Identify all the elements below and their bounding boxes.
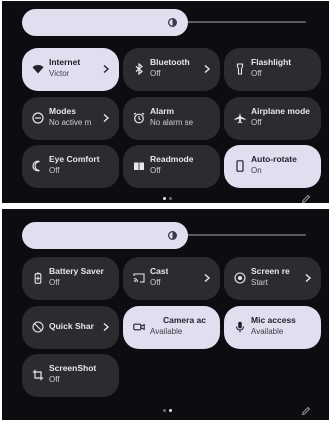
tile-subtitle: Off	[49, 278, 60, 287]
tile-title: Flashlight	[251, 57, 292, 67]
eye-comfort-icon	[32, 160, 40, 172]
chevron-right-icon[interactable]	[102, 64, 110, 74]
tile-title: Airplane mode	[251, 106, 311, 116]
quick-settings-page-1: Internet Victor Bluetooth Off Flashlight…	[2, 1, 329, 203]
tile-subtitle: Available	[150, 327, 183, 336]
tile-subtitle: Start	[251, 278, 268, 287]
tile-title: Quick Shar	[49, 321, 94, 331]
tile-screenshot[interactable]: ScreenShot Off	[22, 354, 119, 397]
auto-rotate-icon	[236, 160, 244, 172]
screenshot-icon	[32, 369, 44, 381]
tile-subtitle: Off	[251, 69, 262, 78]
tile-airplane-mode[interactable]: Airplane mode Off	[224, 97, 321, 140]
tile-subtitle: No alarm se	[150, 118, 194, 127]
tile-subtitle: Available	[251, 327, 284, 336]
quick-settings-page-2: Battery Saver Off Cast Off Screen re Sta…	[2, 209, 329, 420]
wifi-icon	[32, 65, 44, 74]
tile-eye-comfort[interactable]: Eye Comfort Off	[22, 145, 119, 188]
tile-subtitle: Off	[49, 166, 60, 175]
tile-subtitle: Off	[150, 166, 161, 175]
brightness-icon	[168, 18, 177, 27]
tile-title: Bluetooth	[150, 57, 190, 67]
chevron-right-icon[interactable]	[203, 273, 211, 283]
tile-flashlight[interactable]: Flashlight Off	[224, 48, 321, 91]
edit-pencil-icon[interactable]	[301, 194, 311, 203]
alarm-icon	[133, 112, 145, 124]
quick-share-icon	[32, 321, 44, 333]
chevron-right-icon[interactable]	[203, 64, 211, 74]
tile-camera-access[interactable]: Camera ac Available	[123, 306, 220, 349]
tile-title: Readmode	[150, 154, 194, 164]
mic-access-icon	[235, 321, 245, 333]
tile-title: ScreenShot	[49, 363, 97, 373]
tile-battery-saver[interactable]: Battery Saver Off	[22, 257, 119, 300]
tile-title: Screen re	[251, 266, 290, 276]
brightness-slider[interactable]	[22, 9, 188, 36]
page-dot	[169, 197, 172, 200]
brightness-slider[interactable]	[22, 222, 188, 249]
edit-pencil-icon[interactable]	[301, 406, 311, 416]
tile-subtitle: Off	[150, 69, 161, 78]
tile-subtitle: Off	[49, 375, 60, 384]
readmode-icon	[134, 162, 144, 171]
tile-title: Internet	[49, 57, 81, 67]
tile-subtitle: Off	[251, 118, 262, 127]
page-indicator	[160, 409, 176, 413]
flashlight-icon	[236, 63, 244, 75]
page-dot	[163, 409, 166, 412]
tile-title: Alarm	[150, 106, 175, 116]
tile-title: Cast	[150, 266, 169, 276]
cast-icon	[133, 273, 145, 283]
modes-icon	[32, 112, 44, 124]
tile-title: Modes	[49, 106, 76, 116]
tile-screen-record[interactable]: Screen re Start	[224, 257, 321, 300]
tile-title: Battery Saver	[49, 266, 104, 276]
tile-internet[interactable]: Internet Victor	[22, 48, 119, 91]
airplane-icon	[234, 112, 246, 124]
tile-modes[interactable]: Modes No active m	[22, 97, 119, 140]
tile-auto-rotate[interactable]: Auto-rotate On	[224, 145, 321, 188]
page-indicator	[160, 197, 176, 201]
tile-alarm[interactable]: Alarm No alarm se	[123, 97, 220, 140]
tile-subtitle: Victor	[49, 69, 70, 78]
page-dot-active	[169, 409, 172, 412]
screen-record-icon	[234, 272, 246, 284]
camera-access-icon	[133, 323, 145, 331]
chevron-right-icon[interactable]	[304, 273, 312, 283]
tile-title: Eye Comfort	[49, 154, 100, 164]
tile-subtitle: On	[251, 166, 262, 175]
chevron-right-icon[interactable]	[102, 113, 110, 123]
chevron-right-icon[interactable]	[102, 322, 110, 332]
tile-readmode[interactable]: Readmode Off	[123, 145, 220, 188]
brightness-icon	[168, 231, 177, 240]
tile-title: Camera ac	[163, 315, 207, 325]
tile-bluetooth[interactable]: Bluetooth Off	[123, 48, 220, 91]
brightness-slider-track[interactable]	[186, 21, 306, 23]
tile-mic-access[interactable]: Mic access Available	[224, 306, 321, 349]
tile-subtitle: No active m	[49, 118, 92, 127]
tile-title: Mic access	[251, 315, 296, 325]
tile-title: Auto-rotate	[251, 154, 297, 164]
tile-cast[interactable]: Cast Off	[123, 257, 220, 300]
tile-subtitle: Off	[150, 278, 161, 287]
tile-quick-share[interactable]: Quick Shar	[22, 306, 119, 349]
brightness-slider-track[interactable]	[186, 234, 306, 236]
page-dot-active	[163, 197, 166, 200]
battery-saver-icon	[34, 272, 42, 284]
bluetooth-icon	[135, 63, 143, 75]
